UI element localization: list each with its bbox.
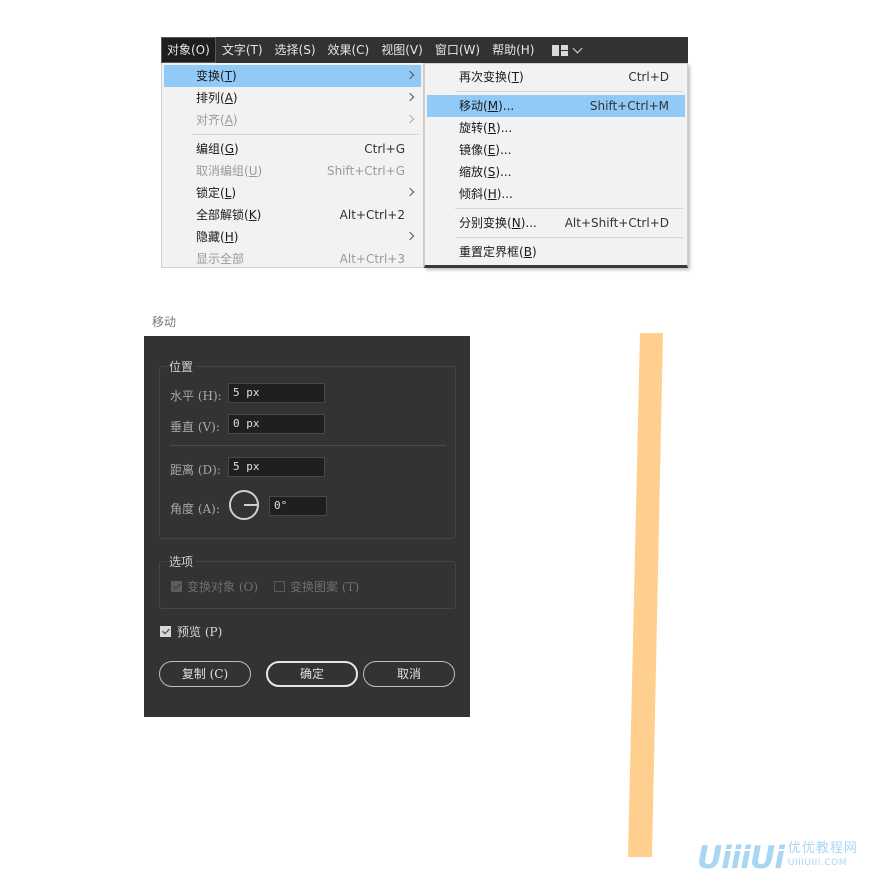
- orange-strip-shape[interactable]: [628, 333, 663, 857]
- watermark-site-name: 优优教程网: [787, 841, 858, 856]
- watermark: UiiiUi 优优教程网 UIIIUIII.COM: [697, 840, 858, 876]
- canvas-strip: [628, 333, 663, 857]
- watermark-url: UIIIUIII.COM: [787, 858, 847, 868]
- watermark-logo: UiiiUi: [697, 840, 785, 876]
